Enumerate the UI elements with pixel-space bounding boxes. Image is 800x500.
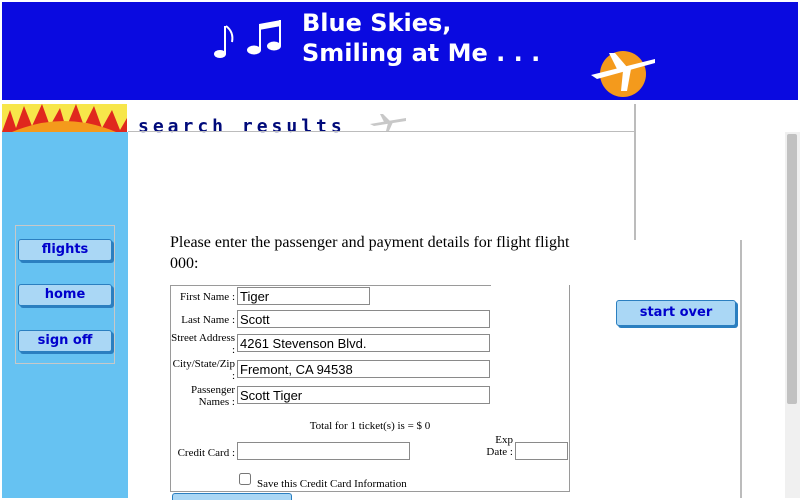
passenger-names-field[interactable] <box>237 386 490 404</box>
save-card-label: Save this Credit Card Information <box>257 478 407 490</box>
save-card-checkbox[interactable] <box>239 473 251 485</box>
start-over-button[interactable]: start over <box>616 300 736 326</box>
sun-airplane-icon <box>591 51 655 97</box>
credit-card-label: Credit Card : <box>177 447 235 459</box>
credit-card-field[interactable] <box>237 442 410 460</box>
street-address-field[interactable] <box>237 334 490 352</box>
divider <box>128 131 636 132</box>
airplane-icon <box>370 114 406 131</box>
first-name-field[interactable] <box>237 287 370 305</box>
last-name-label: Last Name : <box>181 314 235 326</box>
scrollbar-thumb[interactable] <box>787 134 797 404</box>
city-state-zip-label: City/State/Zip : <box>172 358 235 382</box>
banner-background: Blue Skies, Smiling at Me . . . <box>2 2 798 100</box>
exp-date-field[interactable] <box>515 442 568 460</box>
total-price-text: Total for 1 ticket(s) is = $ 0 <box>309 420 431 432</box>
street-address-label: Street Address : <box>171 332 235 356</box>
exp-date-label: Exp Date : <box>486 434 513 458</box>
form-intro-text: Please enter the passenger and payment d… <box>170 234 570 272</box>
scrollbar[interactable] <box>785 132 800 498</box>
first-name-label: First Name : <box>180 291 235 303</box>
home-button[interactable]: home <box>18 284 112 306</box>
flights-button[interactable]: flights <box>18 239 112 261</box>
sun-rays-icon <box>2 104 127 132</box>
page-title: search results <box>138 116 346 137</box>
music-notes-icon <box>214 20 281 58</box>
last-name-field[interactable] <box>237 310 490 328</box>
main-content: Please enter the passenger and payment d… <box>128 234 742 500</box>
city-state-zip-field[interactable] <box>237 360 490 378</box>
sign-off-button[interactable]: sign off <box>18 330 112 352</box>
sun-rays-decoration <box>2 104 127 132</box>
passenger-form: First Name : Last Name : Street Address … <box>170 285 570 492</box>
banner-title: Blue Skies, Smiling at Me . . . <box>302 9 541 67</box>
passenger-names-label: Passenger Names : <box>191 384 235 408</box>
nav-menu: flights home sign off <box>15 225 115 364</box>
submit-button[interactable] <box>172 493 292 500</box>
results-header-panel: search results <box>128 104 636 240</box>
header-banner: Blue Skies, Smiling at Me . . . <box>0 0 800 102</box>
